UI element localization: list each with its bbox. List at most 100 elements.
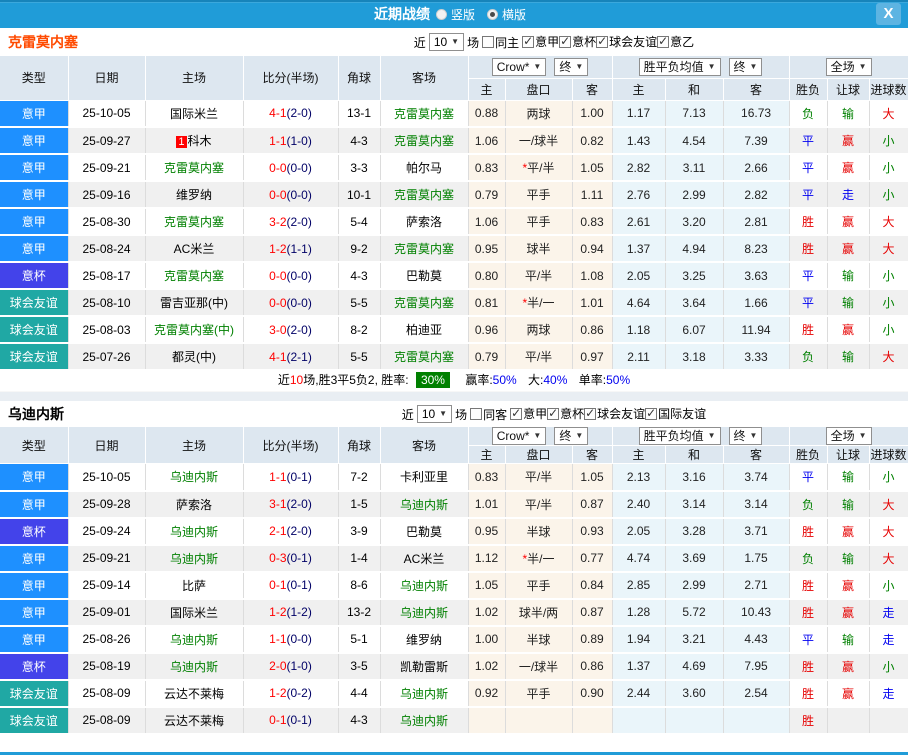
final-odds-dropdown[interactable]: 终 ▼	[554, 427, 589, 445]
cell-odds-home: 0.92	[468, 679, 506, 708]
table-row: 意甲 25-10-05 国际米兰 4-1(2-0) 13-1 克雷莫内塞 0.88 两球 1.0…	[0, 100, 908, 128]
cell-avg-win: 2.05	[612, 517, 666, 546]
cell-avg-win: 1.17	[612, 100, 666, 128]
league-checkbox[interactable]	[657, 34, 670, 48]
cell-odds-away: 0.93	[572, 517, 613, 546]
league-filter-option[interactable]: 意杯	[559, 33, 596, 50]
cell-avg-win: 2.85	[612, 571, 666, 600]
cell-avg-draw: 3.11	[665, 154, 724, 182]
cell-result-goals: 大	[869, 208, 908, 236]
bookmaker-dropdown[interactable]: Crow* ▼	[491, 427, 547, 445]
team-name-away: 乌迪内斯	[8, 406, 64, 422]
cell-result-outcome: 平	[789, 181, 828, 209]
league-checkbox[interactable]	[522, 34, 535, 48]
league-checkbox[interactable]	[596, 34, 609, 48]
same-venue-option[interactable]: 同客	[470, 406, 507, 423]
match-count-select[interactable]: 10 ▼	[428, 33, 465, 51]
league-checkbox[interactable]	[584, 406, 597, 420]
close-button[interactable]: X	[876, 3, 901, 25]
cell-home-team: 云达不莱梅	[145, 706, 244, 735]
cell-result-goals: 小	[869, 652, 908, 681]
cell-result-goals: 大	[869, 517, 908, 546]
league-checkbox[interactable]	[510, 406, 523, 420]
cell-odds-away: 0.84	[572, 571, 613, 600]
cell-home-team: 国际米兰	[145, 100, 244, 128]
full-match-dropdown[interactable]: 全场 ▼	[825, 427, 872, 445]
cell-date: 25-10-05	[68, 463, 146, 492]
cell-handicap: 球半	[505, 235, 573, 263]
cell-corner: 3-5	[338, 652, 381, 681]
cell-type: 意甲	[0, 598, 69, 627]
table-row: 意甲 25-09-14 比萨 0-1(0-1) 8-6 乌迪内斯 1.05 平手 0.84 2.8…	[0, 571, 908, 600]
horizontal-layout-radio[interactable]	[487, 8, 498, 20]
cell-result-handicap: 赢	[827, 652, 870, 681]
cell-handicap: 一/球半	[505, 652, 573, 681]
league-filter-option[interactable]: 球会友谊	[584, 405, 645, 422]
league-filter-option[interactable]: 意乙	[657, 33, 694, 50]
cell-home-team: 乌迪内斯	[145, 652, 244, 681]
cell-corner: 1-4	[338, 544, 381, 573]
cell-result-handicap	[827, 706, 870, 735]
vertical-layout-radio[interactable]	[435, 8, 447, 20]
cell-away-team: 巴勒莫	[380, 262, 469, 290]
cell-odds-home: 0.79	[468, 343, 506, 371]
cell-odds-away: 0.86	[572, 316, 613, 344]
cell-odds-away: 0.87	[572, 598, 613, 627]
cell-corner: 5-5	[338, 289, 381, 317]
league-filter-option[interactable]: 意杯	[547, 405, 584, 422]
avg-odds-dropdown[interactable]: 胜平负均值 ▼	[638, 57, 721, 76]
col-header-away: 客场	[380, 56, 469, 101]
match-count-select[interactable]: 10 ▼	[416, 405, 453, 423]
chevron-down-icon: ▼	[575, 61, 584, 71]
cell-date: 25-08-19	[68, 652, 146, 681]
cell-handicap: 平手	[505, 679, 573, 708]
league-checkbox[interactable]	[547, 406, 560, 420]
cell-away-team: AC米兰	[380, 544, 469, 573]
cell-away-team: 克雷莫内塞	[380, 100, 469, 128]
cell-score: 4-1(2-1)	[243, 343, 339, 371]
chevron-down-icon: ▼	[707, 61, 716, 71]
cell-score: 0-1(0-1)	[243, 706, 339, 735]
table-row: 球会友谊 25-07-26 都灵(中) 4-1(2-1) 5-5 克雷莫内塞 0.79 平/半…	[0, 343, 908, 371]
cell-avg-lose: 1.75	[723, 544, 790, 573]
cell-date: 25-08-10	[68, 289, 146, 317]
cell-odds-home: 0.83	[468, 463, 506, 492]
cell-result-handicap: 输	[827, 262, 870, 290]
table-row: 意甲 25-08-30 克雷莫内塞 3-2(2-0) 5-4 萨索洛 1.06 平手 0.83 2…	[0, 208, 908, 236]
cell-result-goals: 走	[869, 598, 908, 627]
same-venue-checkbox[interactable]	[470, 408, 483, 420]
stat-win-odds: 赢率:50%	[465, 373, 517, 387]
cell-result-outcome: 胜	[789, 598, 828, 627]
avg-odds-dropdown[interactable]: 胜平负均值 ▼	[638, 427, 721, 445]
cell-avg-win: 1.28	[612, 598, 666, 627]
league-checkbox[interactable]	[645, 406, 658, 420]
league-filter-option[interactable]: 国际友谊	[645, 405, 706, 422]
cell-avg-win: 2.13	[612, 463, 666, 492]
cell-away-team: 乌迪内斯	[380, 490, 469, 519]
cell-odds-home: 0.80	[468, 262, 506, 290]
col-header-score: 比分(半场)	[243, 427, 339, 464]
horizontal-layout-label[interactable]: 横版	[502, 6, 526, 23]
chevron-down-icon: ▼	[707, 431, 716, 440]
vertical-layout-label[interactable]: 竖版	[451, 6, 475, 23]
same-venue-checkbox[interactable]	[482, 36, 495, 48]
league-checkbox[interactable]	[559, 34, 572, 48]
league-filter-option[interactable]: 意甲	[510, 405, 547, 422]
final-odds-dropdown[interactable]: 终 ▼	[554, 57, 589, 76]
cell-type: 意杯	[0, 262, 69, 290]
bookmaker-dropdown[interactable]: Crow* ▼	[491, 57, 547, 76]
cell-home-team: 维罗纳	[145, 181, 244, 209]
league-filter-option[interactable]: 意甲	[522, 33, 559, 50]
chevron-down-icon: ▼	[858, 431, 867, 440]
cell-handicap: 平/半	[505, 490, 573, 519]
cell-result-handicap: 输	[827, 463, 870, 492]
cell-odds-home: 1.00	[468, 625, 506, 654]
final-avg-dropdown[interactable]: 终 ▼	[728, 427, 763, 445]
full-match-dropdown[interactable]: 全场 ▼	[825, 57, 872, 76]
same-venue-option[interactable]: 同主	[482, 34, 519, 51]
cell-result-goals: 走	[869, 625, 908, 654]
league-filter-option[interactable]: 球会友谊	[596, 33, 657, 50]
cell-date: 25-08-03	[68, 316, 146, 344]
final-avg-dropdown[interactable]: 终 ▼	[728, 57, 763, 76]
cell-away-team: 巴勒莫	[380, 517, 469, 546]
